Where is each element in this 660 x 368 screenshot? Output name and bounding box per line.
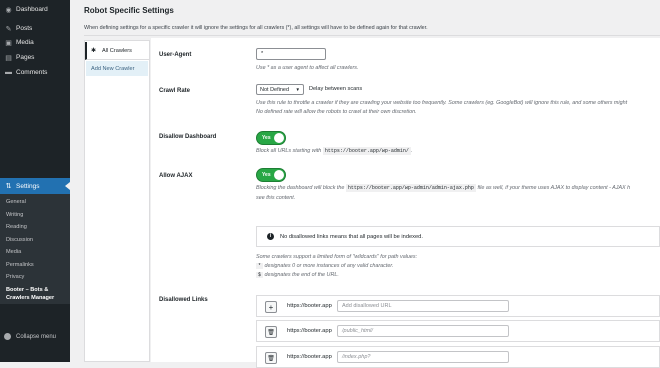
sidebar-item-label: Dashboard bbox=[16, 6, 48, 13]
comments-icon: ▬ bbox=[5, 69, 12, 76]
trash-icon: 🗑 bbox=[267, 329, 275, 336]
delete-link-button[interactable]: 🗑 bbox=[265, 352, 277, 364]
link-path-input[interactable]: /index.php? bbox=[337, 351, 509, 363]
hint-text: . bbox=[410, 148, 413, 154]
sidebar-item-label: Posts bbox=[16, 25, 33, 32]
sidebar-item-label: Comments bbox=[16, 69, 48, 76]
pin-icon: ✎ bbox=[5, 25, 12, 33]
add-link-input[interactable]: Add disallowed URL bbox=[337, 300, 509, 312]
crawl-rate-label: Crawl Rate bbox=[159, 88, 191, 94]
collapse-icon bbox=[4, 333, 11, 340]
gear-icon: ✱ bbox=[91, 48, 97, 54]
crawl-rate-suffix: Delay between scans bbox=[309, 86, 363, 92]
pages-icon: ▤ bbox=[5, 54, 12, 62]
crawl-rate-hint-1: Use this rule to throttle a crawler if t… bbox=[256, 100, 628, 106]
code-url: https://booter.app/wp-admin/admin-ajax.p… bbox=[345, 184, 476, 192]
submenu-item-permalinks[interactable]: Permalinks bbox=[6, 262, 34, 268]
sidebar-item-comments[interactable]: ▬ Comments bbox=[0, 65, 70, 80]
settings-icon: ⇅ bbox=[5, 183, 12, 190]
tab-add-new-crawler[interactable]: Add New Crawler bbox=[86, 61, 148, 76]
allow-ajax-label: Allow AJAX bbox=[159, 173, 193, 179]
toggle-label: Yes bbox=[262, 172, 271, 178]
crawl-rate-hint-2: No defined rate will allow the robots to… bbox=[256, 109, 417, 115]
link-domain: https://booter.app bbox=[287, 303, 332, 309]
toggle-knob bbox=[274, 133, 284, 143]
submenu-item-discussion[interactable]: Discussion bbox=[6, 237, 33, 243]
disallowed-link-row: 🗑 https://booter.app /public_html/ bbox=[256, 320, 660, 342]
trash-icon: 🗑 bbox=[267, 355, 275, 362]
disallow-dashboard-label: Disallow Dashboard bbox=[159, 134, 217, 140]
code-url: https://booter.app/wp-admin/ bbox=[322, 147, 411, 155]
delete-link-button[interactable]: 🗑 bbox=[265, 326, 277, 338]
submenu-item-reading[interactable]: Reading bbox=[6, 224, 27, 230]
sidebar-item-label: Pages bbox=[16, 54, 35, 61]
media-icon: ▣ bbox=[5, 39, 12, 47]
disallowed-link-row: + https://booter.app Add disallowed URL bbox=[256, 295, 660, 317]
collapse-label: Collapse menu bbox=[16, 333, 57, 340]
user-agent-hint: Use * as a user agent to affect all craw… bbox=[256, 65, 359, 71]
wildcards-info: Some crawlers support a limited form of … bbox=[256, 253, 417, 280]
page-title: Robot Specific Settings bbox=[84, 6, 174, 15]
submenu-item-writing[interactable]: Writing bbox=[6, 212, 23, 218]
hint-text: Blocking the dashboard will block the bbox=[256, 185, 345, 191]
plus-icon: + bbox=[268, 302, 274, 312]
sidebar-item-dashboard[interactable]: ◉ Dashboard bbox=[0, 2, 70, 17]
allow-ajax-toggle[interactable]: Yes bbox=[256, 168, 286, 182]
sidebar-item-media[interactable]: ▣ Media bbox=[0, 35, 70, 50]
submenu-item-booter-line1: Booter – Bots & bbox=[6, 287, 49, 293]
link-domain: https://booter.app bbox=[287, 328, 332, 334]
disallow-dashboard-hint: Block all URLs starting with https://boo… bbox=[256, 147, 412, 156]
info-icon: i bbox=[267, 233, 274, 240]
allow-ajax-hint-2: see this content. bbox=[256, 195, 296, 201]
wildcards-line-1: Some crawlers support a limited form of … bbox=[256, 254, 418, 260]
settings-panel: User-Agent * Use * as a user agent to af… bbox=[151, 38, 660, 368]
crawl-rate-select[interactable]: Not Defined ▼ bbox=[256, 84, 304, 95]
empty-links-notice: i No disallowed links means that all pag… bbox=[256, 226, 660, 247]
submenu-item-booter[interactable]: Booter – Bots & Crawlers Manager bbox=[6, 286, 54, 302]
wildcards-text: designates 0 or more instances of any va… bbox=[264, 263, 394, 269]
sidebar-item-label: Settings bbox=[16, 182, 40, 190]
disallow-dashboard-toggle[interactable]: Yes bbox=[256, 131, 286, 145]
add-link-button[interactable]: + bbox=[265, 301, 277, 313]
toggle-knob bbox=[274, 170, 284, 180]
sidebar-item-pages[interactable]: ▤ Pages bbox=[0, 50, 70, 65]
tab-all-crawlers[interactable]: ✱ All Crawlers bbox=[85, 42, 149, 60]
tab-label: All Crawlers bbox=[102, 47, 132, 54]
user-agent-label: User-Agent bbox=[159, 52, 192, 58]
notice-text: No disallowed links means that all pages… bbox=[280, 233, 423, 240]
main-content: Robot Specific Settings When defining se… bbox=[70, 0, 660, 368]
link-path-input[interactable]: /public_html/ bbox=[337, 325, 509, 337]
wildcards-line-2: * designates 0 or more instances of any … bbox=[256, 262, 417, 271]
hint-text: Block all URLs starting with bbox=[256, 148, 322, 154]
admin-sidebar: ◉ Dashboard ✎ Posts ▣ Media ▤ Pages ▬ Co… bbox=[0, 0, 70, 362]
submenu-item-media[interactable]: Media bbox=[6, 249, 21, 255]
settings-submenu: General Writing Reading Discussion Media… bbox=[0, 194, 70, 304]
crawler-tabs: ✱ All Crawlers Add New Crawler bbox=[84, 40, 150, 362]
crawl-rate-selected: Not Defined bbox=[260, 86, 290, 93]
collapse-menu-button[interactable]: Collapse menu bbox=[4, 333, 56, 340]
dollar-code: $ bbox=[256, 272, 264, 278]
toggle-label: Yes bbox=[262, 135, 271, 141]
wildcards-line-3: $ designates the end of the URL. bbox=[256, 271, 417, 280]
divider bbox=[84, 35, 660, 36]
hint-text: file as well, if your theme uses AJAX to… bbox=[477, 185, 631, 191]
star-code: * bbox=[256, 263, 264, 269]
allow-ajax-hint: Blocking the dashboard will block the ht… bbox=[256, 184, 630, 193]
disallowed-links-label: Disallowed Links bbox=[159, 297, 208, 303]
sidebar-item-settings[interactable]: ⇅ Settings bbox=[0, 178, 70, 194]
page-description: When defining settings for a specific cr… bbox=[84, 25, 428, 31]
disallowed-link-row: 🗑 https://booter.app /index.php? bbox=[256, 346, 660, 368]
dashboard-icon: ◉ bbox=[5, 6, 12, 14]
submenu-item-booter-line2: Crawlers Manager bbox=[6, 295, 55, 301]
user-agent-input[interactable]: * bbox=[256, 48, 326, 60]
sidebar-item-posts[interactable]: ✎ Posts bbox=[0, 21, 70, 36]
chevron-down-icon: ▼ bbox=[295, 87, 300, 92]
submenu-item-general[interactable]: General bbox=[6, 199, 26, 205]
sidebar-item-label: Media bbox=[16, 39, 34, 46]
wildcards-text: designates the end of the URL. bbox=[264, 272, 339, 278]
link-domain: https://booter.app bbox=[287, 354, 332, 360]
submenu-item-privacy[interactable]: Privacy bbox=[6, 274, 24, 280]
